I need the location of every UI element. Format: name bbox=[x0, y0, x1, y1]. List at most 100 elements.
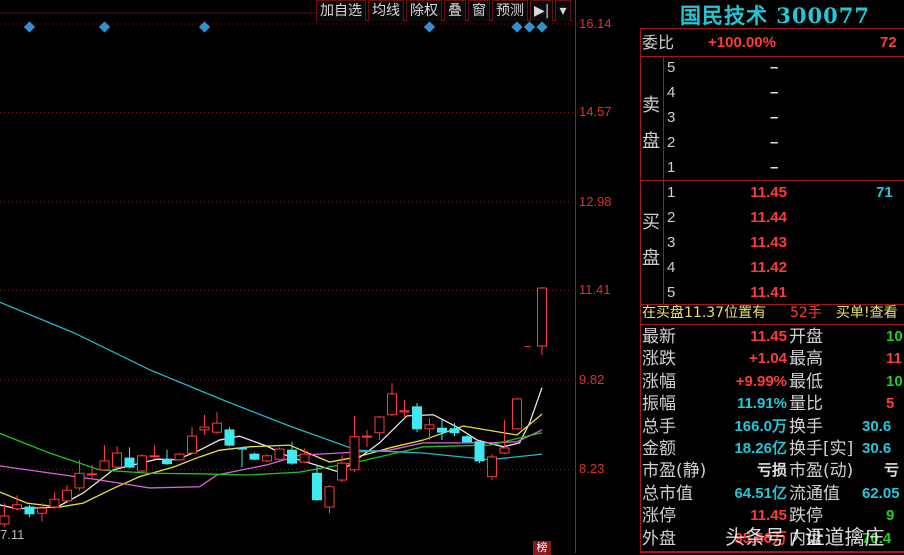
stat-value: 亏损 bbox=[756, 462, 787, 480]
candle-up bbox=[174, 453, 185, 461]
candle-up bbox=[512, 398, 522, 430]
forecast-button[interactable]: 预测 bbox=[492, 0, 528, 21]
buy-price[interactable]: 11.41 bbox=[720, 283, 787, 303]
chevron-down-icon[interactable]: ▾ bbox=[555, 0, 571, 21]
candle-down bbox=[24, 506, 35, 515]
candle-down bbox=[287, 449, 297, 464]
ma-line-ma30 bbox=[0, 432, 543, 476]
moving-average-button[interactable]: 均线 bbox=[368, 0, 404, 21]
sell-price[interactable]: – bbox=[770, 108, 778, 128]
stat-value: +9.99% bbox=[735, 372, 787, 390]
price-tick-label: 16.14 bbox=[579, 16, 612, 31]
candle-up bbox=[199, 426, 210, 431]
stat-label: 最高 bbox=[789, 349, 823, 370]
sell-label: 卖盘 bbox=[642, 95, 660, 152]
price-tick-label: 8.23 bbox=[579, 461, 605, 477]
candle-up bbox=[349, 436, 360, 471]
quote-panel: 国民技术 300077 委比 +100.00% 72 卖盘 5 – 4 – 3 – 2… bbox=[640, 0, 904, 553]
stat-label: 总手 bbox=[642, 416, 676, 437]
stat-value: 30.6 bbox=[862, 440, 892, 457]
buy-level: 1 bbox=[667, 184, 676, 201]
candle-up bbox=[324, 486, 335, 508]
candle-up bbox=[149, 455, 160, 458]
divider bbox=[640, 28, 641, 553]
buy-price[interactable]: 11.45 bbox=[720, 183, 787, 203]
stat-value: 9 bbox=[886, 507, 895, 525]
candle-down bbox=[449, 428, 460, 434]
candle-up bbox=[499, 447, 510, 454]
candle-up bbox=[187, 435, 197, 454]
candle-up bbox=[212, 422, 222, 433]
stat-label: 换手[实] bbox=[789, 439, 854, 459]
candle-up bbox=[487, 456, 497, 478]
stat-value: 10 bbox=[886, 372, 903, 390]
overlay-button[interactable]: 叠 bbox=[444, 0, 466, 21]
buy-volume: 71 bbox=[876, 184, 893, 201]
stat-label: 振幅 bbox=[642, 394, 676, 415]
candle-down bbox=[312, 472, 322, 501]
event-marker-icon bbox=[198, 21, 211, 33]
stat-label: 流通值 bbox=[789, 483, 840, 504]
weibi-label: 委比 bbox=[642, 33, 675, 52]
stat-label: 外盘 bbox=[642, 528, 676, 549]
stat-label: 涨幅 bbox=[642, 371, 676, 392]
buy-price[interactable]: 11.43 bbox=[720, 233, 787, 253]
buy-level: 2 bbox=[667, 209, 676, 226]
candle-up bbox=[37, 507, 47, 514]
add-to-watchlist-button[interactable]: 加自选 bbox=[316, 0, 366, 21]
sell-level: 5 bbox=[667, 59, 676, 76]
candle-up bbox=[387, 393, 397, 416]
candle-down bbox=[412, 406, 422, 430]
window-button[interactable]: 窗 bbox=[468, 0, 490, 21]
event-marker-icon bbox=[523, 21, 536, 33]
stat-label: 总市值 bbox=[642, 483, 693, 504]
ma-line-ma60 bbox=[0, 301, 543, 461]
divider bbox=[640, 180, 904, 181]
stat-label: 涨停 bbox=[642, 506, 676, 527]
big-order-notice: 在买盘11.37位置有 bbox=[642, 305, 767, 321]
price-axis-line bbox=[575, 0, 576, 553]
sell-price[interactable]: – bbox=[770, 58, 778, 78]
stat-value: 64.51亿 bbox=[734, 484, 787, 502]
candle-up bbox=[99, 460, 110, 471]
candle-up bbox=[112, 452, 122, 468]
sell-price[interactable]: – bbox=[770, 83, 778, 103]
stat-label: 最低 bbox=[789, 371, 823, 392]
candle-up bbox=[49, 498, 60, 508]
sell-price[interactable]: – bbox=[770, 133, 778, 153]
view-order-link[interactable]: 买单!查看 bbox=[836, 303, 898, 323]
weibi-value: +100.00% bbox=[708, 34, 776, 51]
candle-down bbox=[237, 447, 247, 450]
date-label: 7.11 bbox=[0, 527, 25, 542]
candle-up bbox=[374, 416, 385, 434]
buy-price[interactable]: 11.42 bbox=[720, 258, 787, 278]
event-marker-icon bbox=[511, 21, 523, 33]
collapse-panel-icon[interactable]: ▶| bbox=[530, 0, 554, 21]
buy-price[interactable]: 11.44 bbox=[720, 208, 787, 228]
buy-level: 5 bbox=[667, 284, 676, 301]
candle-down bbox=[224, 429, 235, 446]
price-tick-label: 12.98 bbox=[579, 193, 612, 209]
sell-price[interactable]: – bbox=[770, 158, 778, 178]
chart-toolbar: 加自选 均线 除权 叠 窗 预测 ▶| ▾ bbox=[316, 0, 573, 21]
stat-value: 亏 bbox=[884, 462, 900, 480]
candle-up bbox=[299, 453, 310, 463]
candle-up bbox=[362, 435, 372, 438]
weibi-diff: 72 bbox=[880, 34, 897, 51]
big-order-qty: 52手 bbox=[790, 305, 822, 321]
candle-down bbox=[474, 441, 485, 462]
kline-chart[interactable] bbox=[0, 0, 575, 553]
candle-down bbox=[249, 453, 260, 460]
ex-rights-button[interactable]: 除权 bbox=[406, 0, 442, 21]
sell-level: 4 bbox=[667, 84, 676, 101]
event-marker-icon bbox=[98, 21, 111, 33]
candle-up bbox=[424, 424, 435, 430]
stat-value: 30.6 bbox=[862, 417, 892, 435]
divider bbox=[640, 28, 904, 29]
watermark: 头条号 / 证道擒庄 bbox=[725, 525, 885, 549]
event-marker-icon bbox=[423, 21, 436, 33]
stat-value: 166.0万 bbox=[734, 417, 787, 435]
candle-up bbox=[87, 473, 97, 476]
divider bbox=[640, 56, 904, 57]
ma-line-ma5 bbox=[0, 387, 543, 510]
